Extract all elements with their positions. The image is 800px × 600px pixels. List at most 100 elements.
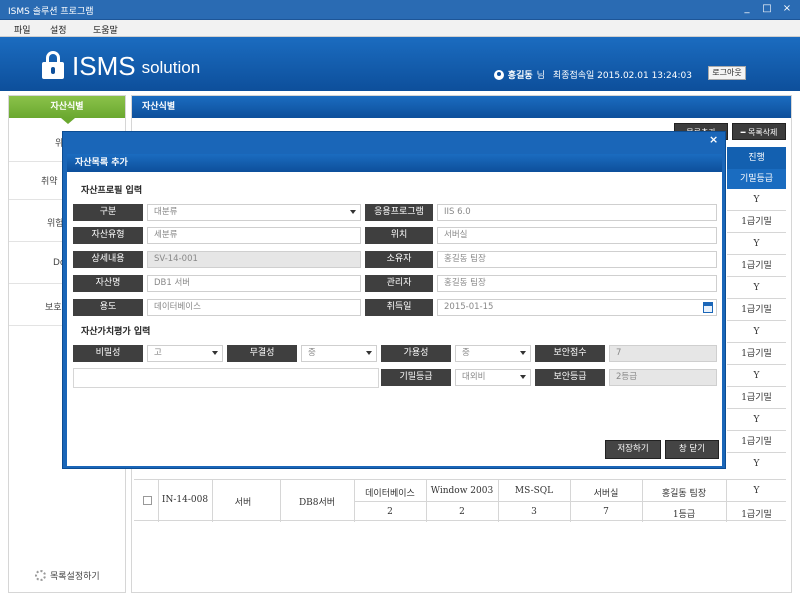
row-cell: Y — [753, 486, 760, 496]
row-checkbox[interactable] — [143, 496, 152, 505]
location-field[interactable]: 서버실 — [437, 227, 717, 244]
menu-help[interactable]: 도움말 — [93, 23, 118, 36]
row-cell: 2 — [459, 507, 465, 517]
list-settings-button[interactable]: 목록설정하기 — [35, 569, 100, 582]
logout-button[interactable]: 로그아웃 — [708, 66, 746, 80]
row-cell: 1등급 — [672, 510, 696, 520]
label-secrecy-grade: 기밀등급 — [381, 369, 451, 386]
dialog-body: 자산목록 추가 자산프로필 입력 구분 대분류 응용프로그램 IIS 6.0 자… — [67, 154, 722, 466]
logo-subtext: solution — [141, 58, 201, 77]
close-icon[interactable]: × — [780, 3, 794, 15]
chevron-down-icon — [520, 375, 526, 379]
security-score-field: 7 — [609, 345, 717, 362]
table-cell: Y — [753, 459, 760, 469]
label-manager: 관리자 — [365, 275, 433, 292]
section-asset-profile: 자산프로필 입력 — [81, 186, 143, 196]
lock-icon — [42, 51, 64, 79]
row-cell: 2 — [387, 507, 393, 517]
security-grade-field: 2등급 — [609, 369, 717, 386]
maximize-icon[interactable]: □ — [760, 3, 774, 15]
confidentiality-select[interactable]: 고 — [147, 345, 223, 362]
section-asset-valuation: 자산가치평가 입력 — [81, 327, 151, 337]
row-cell: 데이터베이스 — [365, 489, 415, 499]
calendar-icon[interactable] — [703, 302, 713, 313]
acquired-date-field[interactable]: 2015-01-15 — [437, 299, 717, 316]
application-field[interactable]: IIS 6.0 — [437, 204, 717, 221]
column-subheader: 기밀등급 — [727, 169, 786, 189]
owner-field[interactable]: 홍길동 팀장 — [437, 251, 717, 268]
label-acquired-date: 취득일 — [365, 299, 433, 316]
label-confidentiality: 비밀성 — [73, 345, 143, 362]
row-cell: MS-SQL — [514, 486, 554, 496]
chevron-down-icon — [350, 210, 356, 214]
table-cell: Y — [727, 365, 786, 387]
main-title: 자산식별 — [132, 96, 791, 118]
table-row[interactable]: IN-14-008 서버 DB8서버 데이터베이스 2 Window 2003 … — [134, 479, 786, 522]
asset-type-field[interactable]: 세분류 — [147, 227, 361, 244]
menu-settings[interactable]: 설정 — [50, 23, 67, 36]
usage-field[interactable]: 데이터베이스 — [147, 299, 361, 316]
last-login: 최종접속일 2015.02.01 13:24:03 — [552, 71, 692, 81]
user-icon — [493, 69, 504, 80]
label-availability: 가용성 — [381, 345, 451, 362]
table-cell: Y — [727, 189, 786, 211]
app-header: ISMS solution 홍길동 님 최종접속일 2015.02.01 13:… — [0, 37, 800, 91]
user-name: 홍길동 — [507, 71, 533, 81]
chevron-down-icon — [520, 351, 526, 355]
window-controls: _ □ × — [740, 3, 794, 15]
row-cell: 7 — [603, 507, 609, 517]
chevron-down-icon — [212, 351, 218, 355]
label-detail: 상세내용 — [73, 251, 143, 268]
sidebar-title[interactable]: 자산식별 — [9, 96, 125, 124]
gear-icon — [35, 570, 46, 581]
table-cell: 1급기밀 — [727, 431, 786, 453]
label-location: 위치 — [365, 227, 433, 244]
label-category: 구분 — [73, 204, 143, 221]
row-cell: 서버실 — [593, 489, 619, 499]
menu-bar: 파일 설정 도움말 — [0, 20, 800, 37]
secrecy-grade-select[interactable]: 대외비 — [455, 369, 531, 386]
label-asset-name: 자산명 — [73, 275, 143, 292]
label-asset-type: 자산유형 — [73, 227, 143, 244]
table-cell: Y — [727, 409, 786, 431]
row-name: DB8서버 — [298, 498, 336, 508]
table-cell: 1급기밀 — [727, 211, 786, 233]
asset-name-field[interactable]: DB1 서버 — [147, 275, 361, 292]
manager-field[interactable]: 홍길동 팀장 — [437, 275, 717, 292]
label-owner: 소유자 — [365, 251, 433, 268]
row-cell: 3 — [531, 507, 537, 517]
chevron-down-icon — [366, 351, 372, 355]
delete-list-button[interactable]: ━ 목록삭제 — [732, 123, 786, 140]
title-bar: ISMS 솔루션 프로그램 _ □ × — [0, 0, 800, 20]
window-title: ISMS 솔루션 프로그램 — [8, 7, 94, 17]
dialog-title: 자산목록 추가 — [67, 154, 722, 172]
table-cell: Y — [727, 233, 786, 255]
logo: ISMS solution — [42, 51, 200, 79]
minimize-icon[interactable]: _ — [740, 3, 754, 15]
logo-text: ISMS — [72, 51, 136, 81]
table-cell: 1급기밀 — [727, 299, 786, 321]
user-suffix: 님 — [536, 71, 545, 81]
user-info: 홍길동 님 최종접속일 2015.02.01 13:24:03 — [493, 68, 692, 81]
label-security-grade: 보안등급 — [535, 369, 605, 386]
table-cell: 1급기밀 — [727, 343, 786, 365]
category-select[interactable]: 대분류 — [147, 204, 361, 221]
label-integrity: 무결성 — [227, 345, 297, 362]
table-cell: Y — [727, 277, 786, 299]
table-cell: 1급기밀 — [727, 255, 786, 277]
row-cell: 1급기밀 — [741, 510, 772, 520]
save-button[interactable]: 저장하기 — [605, 440, 661, 459]
detail-field: SV-14-001 — [147, 251, 361, 268]
label-usage: 용도 — [73, 299, 143, 316]
empty-area — [73, 368, 379, 388]
availability-select[interactable]: 중 — [455, 345, 531, 362]
row-cell: Window 2003 — [430, 486, 494, 496]
menu-file[interactable]: 파일 — [14, 23, 31, 36]
close-window-button[interactable]: 창 닫기 — [665, 440, 719, 459]
label-application: 응용프로그램 — [365, 204, 433, 221]
dialog-close-icon[interactable]: × — [709, 134, 719, 145]
row-type: 서버 — [234, 498, 252, 508]
add-asset-dialog: × 자산목록 추가 자산프로필 입력 구분 대분류 응용프로그램 IIS 6.0… — [62, 131, 726, 469]
integrity-select[interactable]: 중 — [301, 345, 377, 362]
column-header: 진행 — [727, 147, 786, 169]
